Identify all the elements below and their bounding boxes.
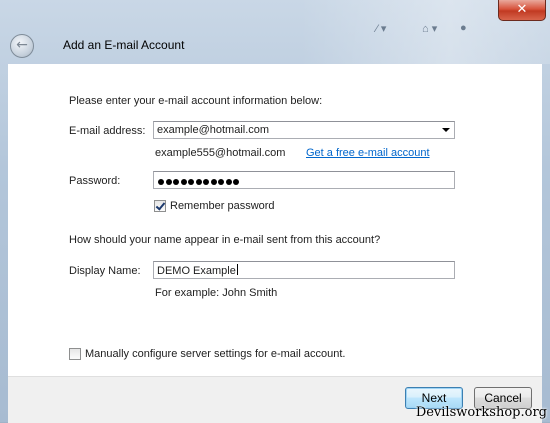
dialog-content: Please enter your e-mail account informa…: [8, 64, 542, 376]
dialog-title: Add an E-mail Account: [63, 38, 185, 52]
dialog-header: ← Add an E-mail Account: [0, 24, 550, 64]
email-address-value: example@hotmail.com: [157, 124, 270, 136]
display-name-label: Display Name:: [69, 265, 141, 277]
password-mask-dot: [188, 179, 194, 186]
password-mask-dot: [195, 179, 202, 186]
email-address-combobox[interactable]: example@hotmail.com: [153, 121, 455, 139]
password-mask-dot: [210, 179, 217, 186]
chevron-down-icon[interactable]: [442, 128, 450, 132]
remember-password-label: Remember password: [170, 200, 275, 212]
email-address-label: E-mail address:: [69, 125, 146, 137]
back-button[interactable]: ←: [10, 34, 34, 58]
password-mask-dot: [173, 179, 179, 186]
intro-text: Please enter your e-mail account informa…: [69, 95, 323, 107]
password-mask-dot: [225, 179, 232, 186]
password-mask-dot: [203, 179, 209, 186]
manual-config-checkbox[interactable]: [69, 348, 81, 360]
password-mask-dot: [165, 179, 172, 186]
display-name-hint: For example: John Smith: [155, 287, 278, 299]
text-caret: [236, 264, 238, 275]
close-button[interactable]: ✕: [498, 0, 546, 21]
password-mask-dot: [180, 179, 187, 186]
manual-config-label: Manually configure server settings for e…: [85, 348, 346, 360]
watermark: Devilsworkshop.org: [415, 405, 547, 420]
display-name-field[interactable]: DEMO Example: [153, 261, 455, 279]
remember-password-checkbox[interactable]: [154, 200, 166, 212]
password-mask-dot: [158, 179, 164, 186]
back-arrow-icon: ←: [16, 37, 28, 53]
close-icon: ✕: [516, 2, 528, 17]
password-mask-dot: [218, 179, 224, 186]
name-question-text: How should your name appear in e-mail se…: [69, 234, 381, 246]
email-suggestion: example555@hotmail.com: [155, 147, 286, 159]
password-field[interactable]: [153, 171, 455, 189]
password-mask-dot: [233, 179, 239, 186]
password-masked-value: [158, 176, 241, 188]
display-name-value: DEMO Example: [157, 265, 236, 277]
password-label: Password:: [69, 175, 121, 187]
free-email-link[interactable]: Get a free e-mail account: [306, 147, 430, 159]
